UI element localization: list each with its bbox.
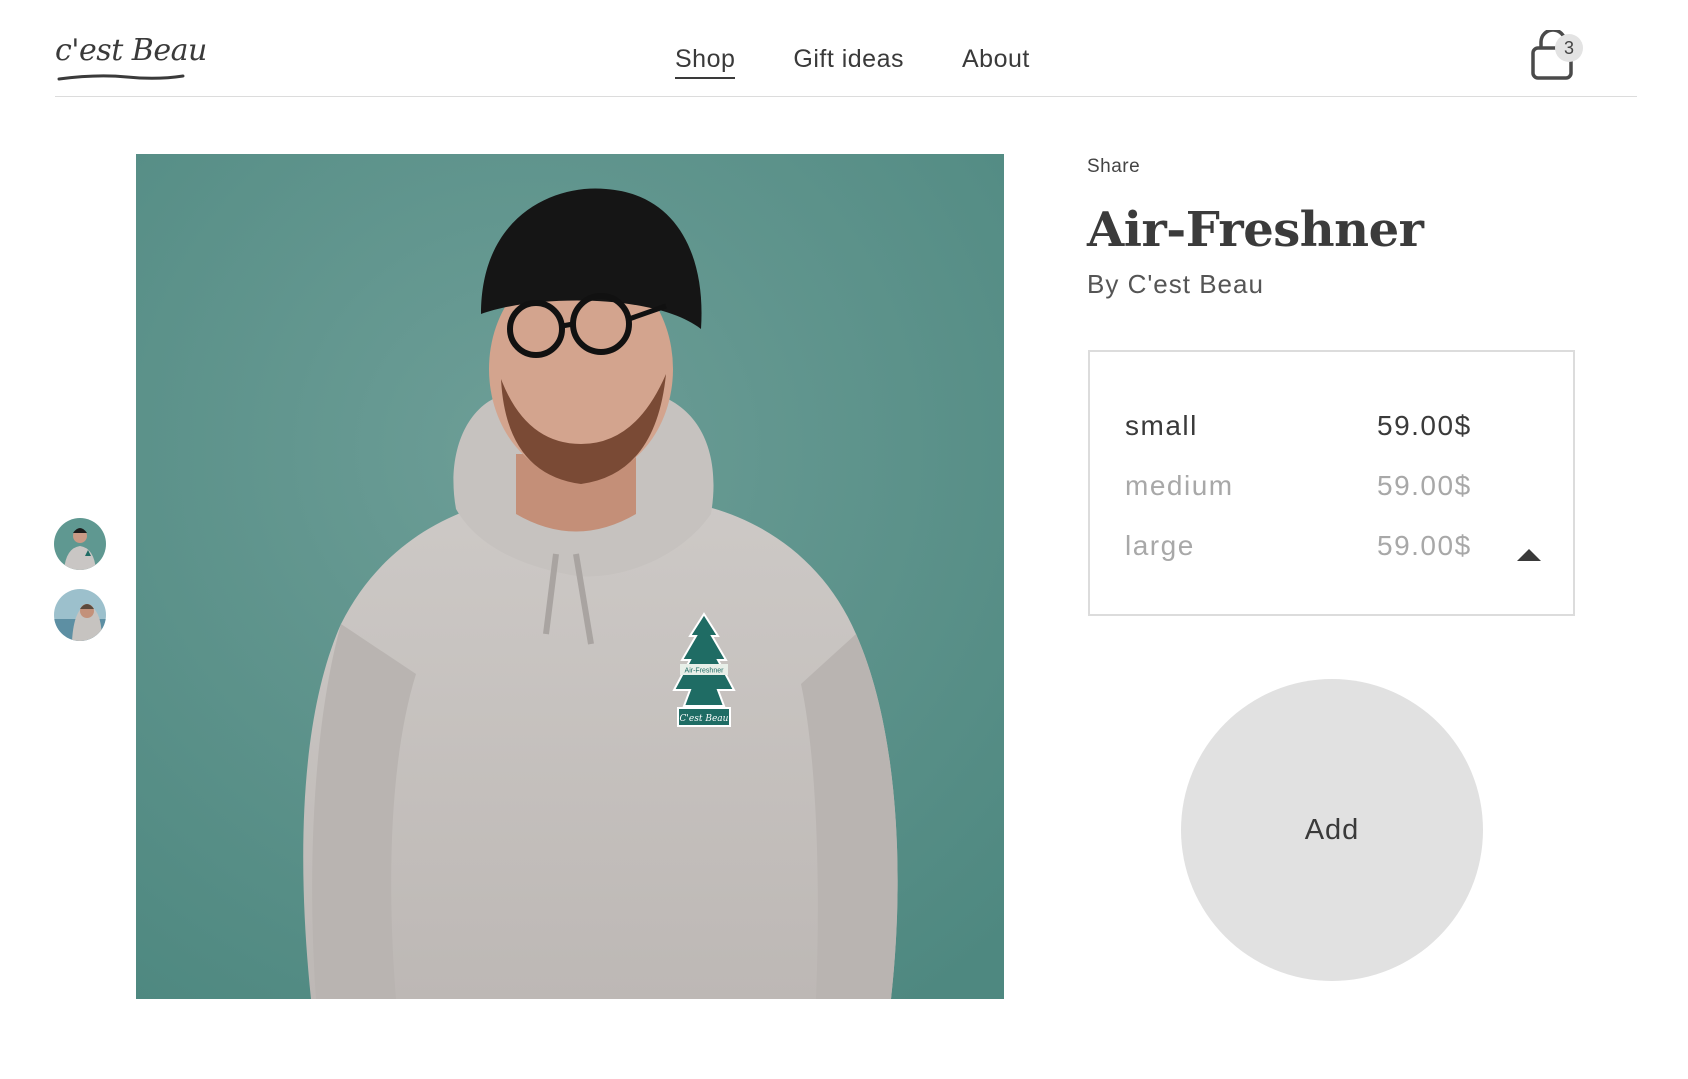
- product-byline: By C'est Beau: [1087, 269, 1264, 299]
- variant-price: 59.00$: [1377, 470, 1472, 501]
- main-nav: Shop Gift ideas About: [675, 44, 1030, 79]
- hoodie-model-thumbnail-icon: [54, 518, 106, 570]
- variant-size: small: [1125, 410, 1198, 441]
- product-page: c'est Beau Shop Gift ideas About 3 Air-F…: [0, 0, 1688, 1079]
- cart-count-badge: 3: [1555, 34, 1583, 62]
- site-header: c'est Beau Shop Gift ideas About: [55, 0, 1637, 97]
- share-link[interactable]: Share: [1087, 156, 1140, 178]
- patch-label: Air-Freshner: [685, 668, 725, 675]
- variant-option-small[interactable]: small 59.00$: [1125, 404, 1545, 448]
- thumbnail-2[interactable]: [54, 589, 106, 641]
- nav-about[interactable]: About: [962, 44, 1030, 79]
- product-title: Air-Freshner: [1087, 202, 1424, 258]
- variant-price: 59.00$: [1377, 410, 1472, 441]
- thumbnail-1[interactable]: [54, 518, 106, 570]
- variant-price: 59.00$: [1377, 530, 1472, 561]
- size-variant-selector[interactable]: small 59.00$ medium 59.00$ large 59.00$: [1088, 350, 1575, 616]
- patch-brand: C'est Beau: [680, 714, 729, 724]
- variant-size: medium: [1125, 470, 1234, 501]
- variant-size: large: [1125, 530, 1195, 561]
- caret-up-icon[interactable]: [1516, 548, 1542, 562]
- thumbnail-list: [54, 518, 106, 660]
- hoodie-model-alt-thumbnail-icon: [54, 589, 106, 641]
- product-main-image: Air-Freshner C'est Beau: [136, 154, 1004, 999]
- add-to-cart-button[interactable]: Add: [1181, 679, 1483, 981]
- nav-gift-ideas[interactable]: Gift ideas: [793, 44, 904, 79]
- logo-underline-icon: [57, 74, 185, 81]
- product-photo-illustration: Air-Freshner C'est Beau: [136, 154, 1004, 999]
- brand-logo[interactable]: c'est Beau: [55, 36, 207, 66]
- variant-option-large[interactable]: large 59.00$: [1125, 524, 1545, 568]
- variant-option-medium[interactable]: medium 59.00$: [1125, 464, 1545, 508]
- nav-shop[interactable]: Shop: [675, 44, 736, 79]
